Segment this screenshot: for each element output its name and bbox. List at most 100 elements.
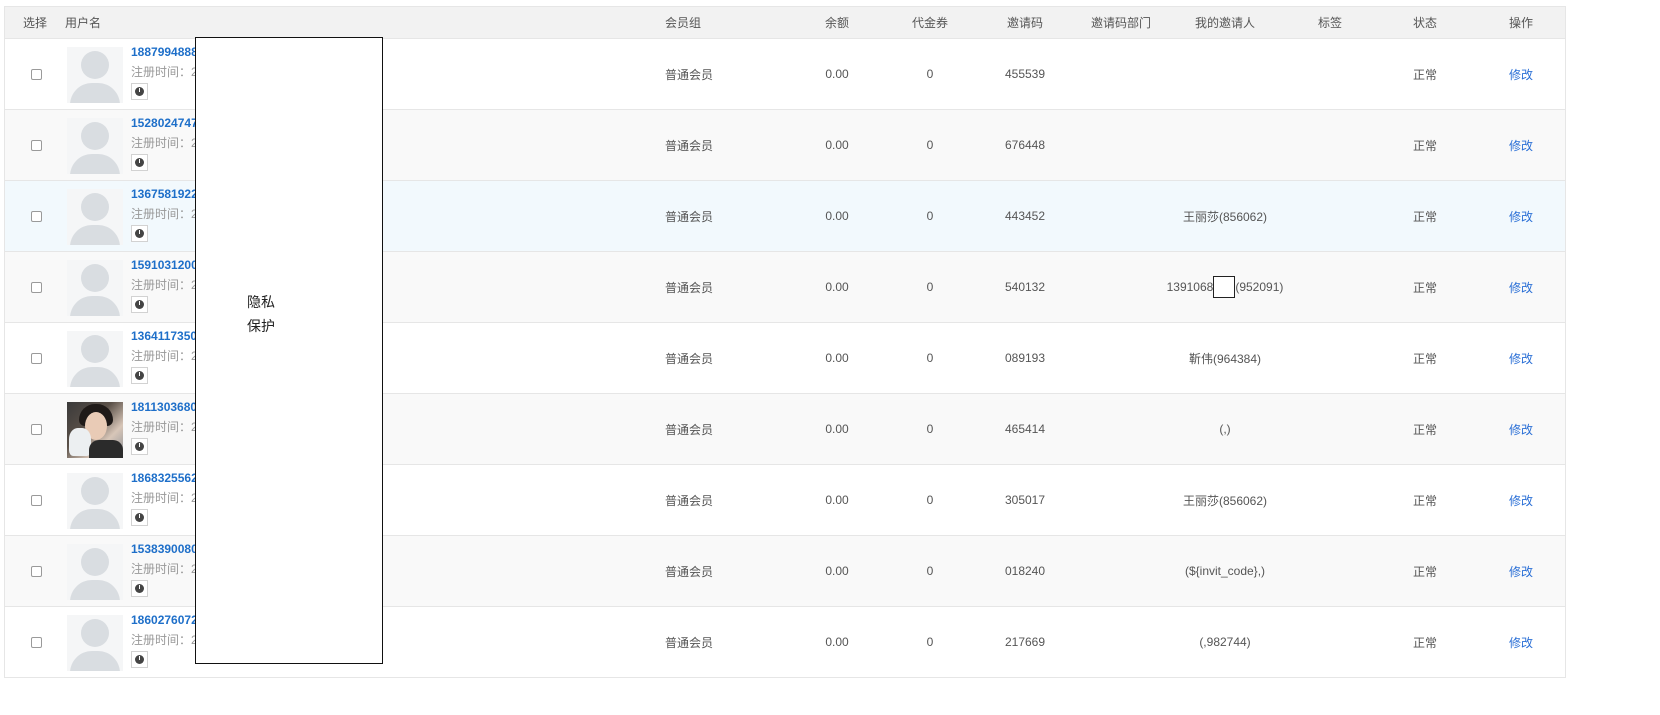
- register-time: 注册时间：2: [131, 562, 198, 576]
- voucher: 0: [926, 493, 934, 507]
- row-checkbox[interactable]: [30, 352, 42, 364]
- status: 正常: [1412, 138, 1437, 153]
- edit-link[interactable]: 修改: [1509, 421, 1533, 438]
- default-avatar-icon: [67, 473, 123, 529]
- invite-code: 455539: [1004, 67, 1046, 81]
- username-link[interactable]: 18683255622: [131, 470, 201, 486]
- clock-icon[interactable]: [131, 225, 148, 242]
- header-username: 用户名: [65, 16, 102, 30]
- default-avatar-icon: [67, 118, 123, 174]
- user-info: 18683255622 注册时间：2: [131, 470, 201, 526]
- edit-link[interactable]: 修改: [1509, 279, 1533, 296]
- register-time: 注册时间：2: [131, 491, 198, 505]
- action-cell: 修改: [1501, 465, 1541, 535]
- inviter-prefix: 1391068: [1166, 280, 1214, 294]
- user-info: 18113036800 注册时间：2: [131, 399, 201, 455]
- edit-link[interactable]: 修改: [1509, 563, 1533, 580]
- header-my-inviter: 我的邀请人: [1194, 16, 1255, 30]
- action-cell: 修改: [1501, 536, 1541, 606]
- balance: 0.00: [825, 209, 849, 223]
- redaction-box: [1213, 276, 1236, 298]
- edit-link[interactable]: 修改: [1509, 350, 1533, 367]
- edit-link[interactable]: 修改: [1509, 66, 1533, 83]
- voucher: 0: [926, 280, 934, 294]
- inviter-wrap: 1391068 (952091): [1166, 276, 1283, 298]
- username-link[interactable]: 13641173500: [131, 328, 201, 344]
- row-checkbox[interactable]: [30, 281, 42, 293]
- clock-icon[interactable]: [131, 83, 148, 100]
- row-checkbox[interactable]: [30, 139, 42, 151]
- voucher: 0: [926, 351, 934, 365]
- row-checkbox[interactable]: [30, 423, 42, 435]
- my-inviter: 靳伟(964384): [1188, 351, 1262, 366]
- username-link[interactable]: 18602760722: [131, 612, 201, 628]
- clock-icon[interactable]: [131, 367, 148, 384]
- my-inviter: (${invit_code},): [1184, 564, 1266, 578]
- clock-icon[interactable]: [131, 296, 148, 313]
- status: 正常: [1412, 564, 1437, 579]
- default-avatar-icon: [67, 189, 123, 245]
- row-checkbox[interactable]: [30, 210, 42, 222]
- action-cell: 修改: [1501, 323, 1541, 393]
- edit-link[interactable]: 修改: [1509, 208, 1533, 225]
- balance: 0.00: [825, 635, 849, 649]
- status: 正常: [1412, 280, 1437, 295]
- my-inviter: 王丽莎(856062): [1182, 493, 1268, 508]
- action-cell: 修改: [1501, 39, 1541, 109]
- row-checkbox[interactable]: [30, 68, 42, 80]
- clock-icon[interactable]: [131, 651, 148, 668]
- username-link[interactable]: 15280247472: [131, 115, 201, 131]
- edit-link[interactable]: 修改: [1509, 492, 1533, 509]
- invite-code: 089193: [1004, 351, 1046, 365]
- voucher: 0: [926, 422, 934, 436]
- clock-icon[interactable]: [131, 509, 148, 526]
- register-time: 注册时间：2: [131, 207, 198, 221]
- voucher: 0: [926, 635, 934, 649]
- register-time: 注册时间：2: [131, 633, 198, 647]
- member-group: 普通会员: [665, 138, 714, 153]
- header-balance: 余额: [824, 16, 849, 30]
- user-info: 15383900800 注册时间：2: [131, 541, 201, 597]
- row-checkbox[interactable]: [30, 636, 42, 648]
- invite-code: 676448: [1004, 138, 1046, 152]
- clock-icon[interactable]: [131, 580, 148, 597]
- username-link[interactable]: 13675819222: [131, 186, 201, 202]
- row-checkbox[interactable]: [30, 494, 42, 506]
- header-invite-dept: 邀请码部门: [1090, 16, 1151, 30]
- voucher: 0: [926, 138, 934, 152]
- edit-link[interactable]: 修改: [1509, 137, 1533, 154]
- privacy-text: 隐私保护: [247, 294, 275, 334]
- register-time: 注册时间：2: [131, 420, 198, 434]
- row-checkbox[interactable]: [30, 565, 42, 577]
- status: 正常: [1412, 422, 1437, 437]
- member-group: 普通会员: [665, 422, 714, 437]
- my-inviter: (,): [1219, 422, 1231, 436]
- header-tag: 标签: [1317, 16, 1342, 30]
- action-cell: 修改: [1501, 110, 1541, 180]
- action-cell: 修改: [1501, 607, 1541, 677]
- row-select: [17, 323, 57, 393]
- status: 正常: [1412, 351, 1437, 366]
- member-group: 普通会员: [665, 493, 714, 508]
- action-cell: 修改: [1501, 252, 1541, 322]
- invite-code: 465414: [1004, 422, 1046, 436]
- member-group: 普通会员: [665, 635, 714, 650]
- clock-icon[interactable]: [131, 154, 148, 171]
- register-time: 注册时间：2: [131, 65, 198, 79]
- user-info: 18879948882 注册时间：2: [131, 44, 201, 100]
- balance: 0.00: [825, 422, 849, 436]
- default-avatar-icon: [67, 260, 123, 316]
- user-info: 13641173500 注册时间：2: [131, 328, 201, 384]
- edit-link[interactable]: 修改: [1509, 634, 1533, 651]
- username-link[interactable]: 15910312000: [131, 257, 201, 273]
- user-info: 15280247472 注册时间：2: [131, 115, 201, 171]
- default-avatar-icon: [67, 544, 123, 600]
- voucher: 0: [926, 564, 934, 578]
- username-link[interactable]: 15383900800: [131, 541, 201, 557]
- status: 正常: [1412, 493, 1437, 508]
- username-link[interactable]: 18113036800: [131, 399, 201, 415]
- default-avatar-icon: [67, 331, 123, 387]
- clock-icon[interactable]: [131, 438, 148, 455]
- username-link[interactable]: 18879948882: [131, 44, 201, 60]
- balance: 0.00: [825, 564, 849, 578]
